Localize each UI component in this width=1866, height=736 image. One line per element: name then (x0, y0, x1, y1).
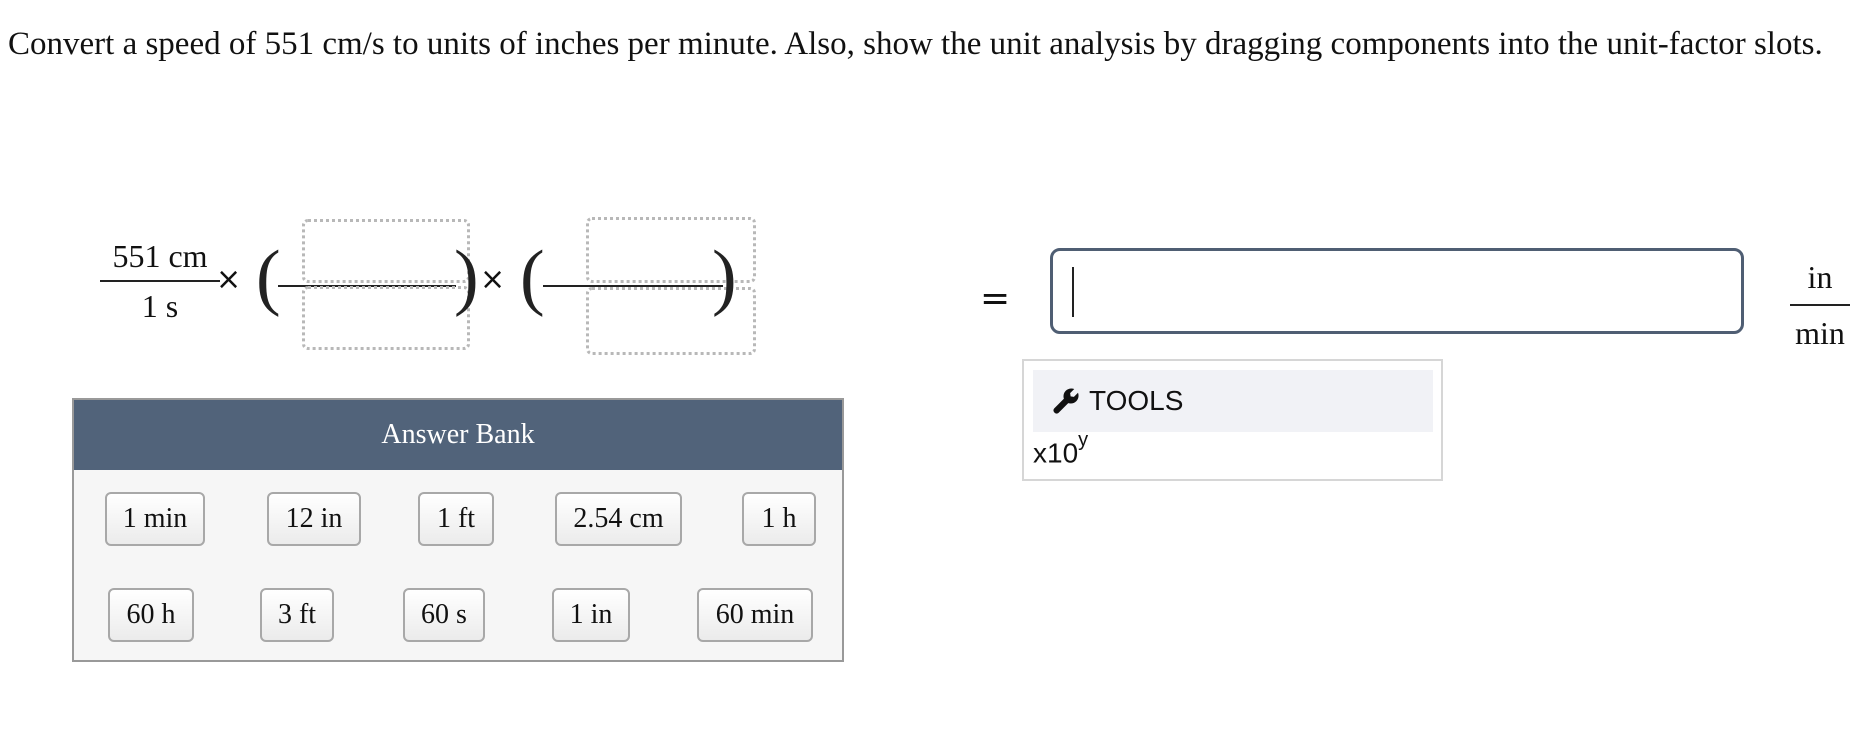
text-caret (1072, 267, 1074, 317)
answer-chip[interactable]: 1 h (742, 492, 816, 546)
wrench-icon (1053, 388, 1079, 414)
answer-bank: Answer Bank 1 min 12 in 1 ft 2.54 cm 1 h… (72, 398, 844, 662)
open-paren-1: ( (256, 236, 281, 318)
answer-chip[interactable]: 3 ft (260, 588, 334, 642)
close-paren-2: ) (712, 236, 737, 318)
answer-chip[interactable]: 60 h (108, 588, 194, 642)
answer-unit-bar (1790, 304, 1850, 306)
answer-input[interactable] (1050, 248, 1744, 334)
close-paren-1: ) (454, 236, 479, 318)
question-text: Convert a speed of 551 cm/s to units of … (8, 26, 1823, 62)
times-symbol-2: × (480, 262, 506, 297)
answer-chip[interactable]: 60 min (697, 588, 813, 642)
given-denominator: 1 s (141, 288, 179, 324)
sci-exponent: y (1078, 429, 1089, 451)
answer-chip[interactable]: 1 in (552, 588, 630, 642)
answer-chip[interactable]: 2.54 cm (555, 492, 682, 546)
answer-chip[interactable]: 1 ft (418, 492, 494, 546)
given-numerator: 551 cm (112, 238, 208, 274)
answer-chip[interactable]: 1 min (105, 492, 205, 546)
answer-bank-title: Answer Bank (74, 400, 842, 470)
answer-unit-fraction: in min (1790, 254, 1850, 356)
answer-unit-numerator: in (1807, 259, 1833, 295)
scientific-notation-button[interactable]: x10y (1033, 429, 1088, 469)
equals-sign: = (980, 278, 1011, 319)
answer-unit-denominator: min (1795, 315, 1845, 351)
factor-1-numerator-slot[interactable] (302, 219, 470, 283)
answer-chip[interactable]: 12 in (267, 492, 361, 546)
answer-chip[interactable]: 60 s (403, 588, 485, 642)
sci-base: x10 (1033, 437, 1079, 469)
open-paren-2: ( (520, 236, 545, 318)
tools-label: TOOLS (1089, 385, 1184, 416)
tools-panel: TOOLS x10y (1022, 359, 1443, 481)
factor-1-denominator-slot[interactable] (302, 286, 470, 350)
given-fraction: 551 cm 1 s (100, 232, 220, 330)
times-symbol-1: × (216, 262, 242, 297)
tools-toggle[interactable]: TOOLS (1033, 370, 1433, 432)
